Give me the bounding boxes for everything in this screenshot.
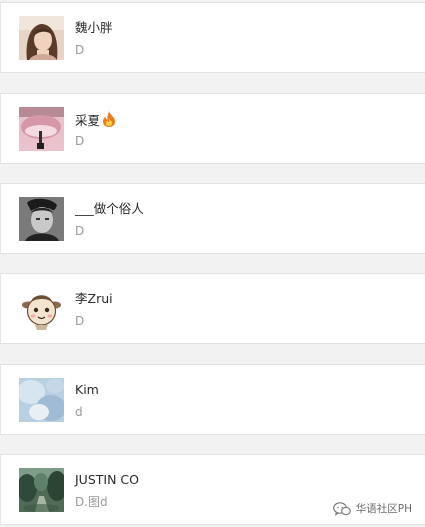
contact-item[interactable]: 魏小胖 D bbox=[0, 2, 425, 73]
contact-name-text: 采夏 bbox=[75, 113, 101, 128]
fire-icon bbox=[102, 111, 116, 131]
forest-path-avatar bbox=[19, 468, 64, 512]
contact-message: D bbox=[75, 134, 85, 148]
contact-item[interactable]: 采夏 D bbox=[0, 93, 425, 164]
man-portrait-avatar bbox=[19, 197, 64, 241]
avatar[interactable] bbox=[19, 197, 64, 241]
contact-name: 李Zrui bbox=[75, 291, 113, 306]
contact-name: 魏小胖 bbox=[75, 20, 113, 35]
blue-photo-avatar bbox=[19, 378, 64, 422]
watermark: 华语社区PH bbox=[332, 501, 412, 516]
contact-message: D.图d bbox=[75, 495, 108, 509]
contact-item[interactable]: Kim d bbox=[0, 364, 425, 435]
avatar[interactable] bbox=[19, 107, 64, 151]
contact-name: JUSTIN CO bbox=[75, 472, 139, 487]
contact-name: Kim bbox=[75, 382, 99, 397]
pink-umbrella-avatar bbox=[19, 107, 64, 151]
watermark-text: 华语社区PH bbox=[355, 503, 412, 515]
avatar[interactable] bbox=[19, 287, 64, 331]
contact-message: D bbox=[75, 314, 85, 328]
avatar[interactable] bbox=[19, 468, 64, 512]
contact-list: 魏小胖 D 采夏 D ___做个俗人 D 李Zrui D Kim d JUSTI… bbox=[0, 0, 425, 527]
contact-message: D bbox=[75, 224, 85, 238]
avatar[interactable] bbox=[19, 16, 64, 60]
avatar[interactable] bbox=[19, 378, 64, 422]
contact-item[interactable]: 李Zrui D bbox=[0, 273, 425, 344]
woman-selfie-avatar bbox=[19, 16, 64, 60]
contact-message: d bbox=[75, 405, 83, 419]
cartoon-sheep-avatar bbox=[19, 287, 64, 331]
contact-message: D bbox=[75, 43, 85, 57]
contact-item[interactable]: ___做个俗人 D bbox=[0, 183, 425, 254]
contact-name: 采夏 bbox=[75, 111, 116, 131]
wechat-icon bbox=[332, 501, 351, 516]
contact-name: ___做个俗人 bbox=[75, 201, 144, 216]
